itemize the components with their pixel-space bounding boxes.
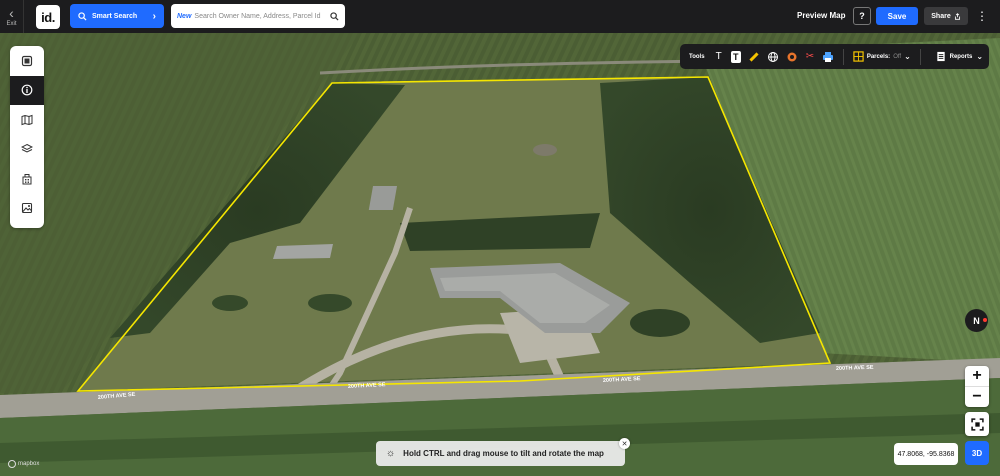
tools-toolbar: Tools T T ✂ Parcels: Off ⌄ Reports ⌄ — [680, 44, 989, 69]
share-icon — [954, 12, 960, 20]
mapbox-logo-icon — [8, 460, 16, 468]
preview-map-button[interactable]: Preview Map — [797, 11, 845, 20]
left-sidebar — [10, 46, 44, 228]
info-icon — [21, 84, 33, 96]
fit-to-parcel-button[interactable] — [965, 412, 989, 436]
search-placeholder: Search Owner Name, Address, Parcel Id — [194, 12, 321, 20]
parcel-grid-icon — [853, 51, 864, 62]
exit-label: Exit — [6, 20, 17, 27]
globe-icon[interactable] — [767, 51, 779, 63]
focus-frame-icon — [970, 417, 984, 431]
mapbox-attribution[interactable]: mapbox — [8, 460, 39, 468]
sidebar-item-layers-panel[interactable] — [10, 46, 44, 76]
text-box-tool-icon[interactable]: T — [730, 50, 741, 63]
chevron-down-icon: ⌄ — [904, 52, 911, 61]
compass-needle-icon — [983, 318, 987, 322]
share-button[interactable]: Share — [924, 7, 968, 25]
parcels-toggle[interactable]: Parcels: Off ⌄ — [853, 51, 911, 62]
buildings-icon — [22, 173, 32, 185]
reports-label: Reports — [949, 53, 973, 60]
map-book-icon — [21, 114, 33, 125]
toolbar-divider — [919, 48, 921, 65]
sidebar-item-info[interactable] — [10, 75, 44, 105]
search-icon[interactable] — [330, 11, 339, 21]
more-options-icon[interactable]: ⋮ — [974, 7, 990, 25]
zoom-out-button[interactable]: − — [965, 386, 989, 406]
sidebar-item-layers[interactable] — [10, 135, 44, 165]
parcels-label: Parcels: — [866, 53, 891, 60]
toolbar-divider — [842, 48, 844, 65]
buffer-icon[interactable] — [786, 51, 798, 63]
coordinates-readout: 47.8068, -95.8368 — [894, 443, 958, 465]
outbuilding — [273, 244, 333, 259]
close-icon[interactable]: ✕ — [619, 438, 630, 449]
scissors-icon[interactable]: ✂ — [805, 51, 815, 63]
app-logo[interactable]: id. — [36, 5, 60, 29]
smart-search-button[interactable]: Smart Search › — [70, 4, 164, 28]
chevron-right-icon: › — [152, 10, 156, 22]
layers-icon — [21, 144, 33, 153]
map-canvas[interactable]: 200TH AVE SE 200TH AVE SE 200TH AVE SE 2… — [0, 33, 1000, 476]
sidebar-item-map-book[interactable] — [10, 105, 44, 135]
exit-button[interactable]: ‹ Exit — [0, 0, 24, 33]
sidebar-item-buildings[interactable] — [10, 164, 44, 194]
hint-text: Hold CTRL and drag mouse to tilt and rot… — [403, 449, 604, 458]
search-icon — [78, 11, 87, 21]
search-input[interactable]: New Search Owner Name, Address, Parcel I… — [171, 4, 345, 28]
image-icon — [21, 203, 33, 214]
layers-panel-icon — [21, 55, 33, 66]
tilt-rotate-hint: ☼ Hold CTRL and drag mouse to tilt and r… — [376, 441, 625, 466]
print-icon[interactable] — [822, 51, 834, 63]
compass-button[interactable]: N — [965, 309, 988, 332]
smart-search-label: Smart Search — [92, 12, 138, 20]
zoom-control: + − — [965, 366, 989, 407]
parcels-state: Off — [893, 53, 902, 60]
chevron-left-icon: ‹ — [9, 4, 14, 21]
share-label: Share — [931, 12, 951, 20]
chevron-down-icon: ⌄ — [976, 52, 984, 61]
report-icon — [936, 51, 945, 62]
tools-label: Tools — [689, 53, 705, 60]
shed — [368, 186, 398, 210]
mapbox-label: mapbox — [18, 461, 40, 467]
help-button[interactable]: ? — [853, 7, 871, 25]
new-badge: New — [177, 12, 192, 20]
compass-north-label: N — [973, 315, 980, 326]
text-tool-icon[interactable]: T — [714, 51, 724, 63]
save-button[interactable]: Save — [876, 7, 918, 25]
reports-dropdown[interactable]: Reports ⌄ — [936, 51, 983, 62]
zoom-in-button[interactable]: + — [965, 366, 989, 386]
ruler-icon[interactable] — [748, 51, 760, 63]
sidebar-item-imagery[interactable] — [10, 194, 44, 224]
lightbulb-icon: ☼ — [386, 448, 396, 459]
3d-toggle-button[interactable]: 3D — [965, 441, 989, 465]
